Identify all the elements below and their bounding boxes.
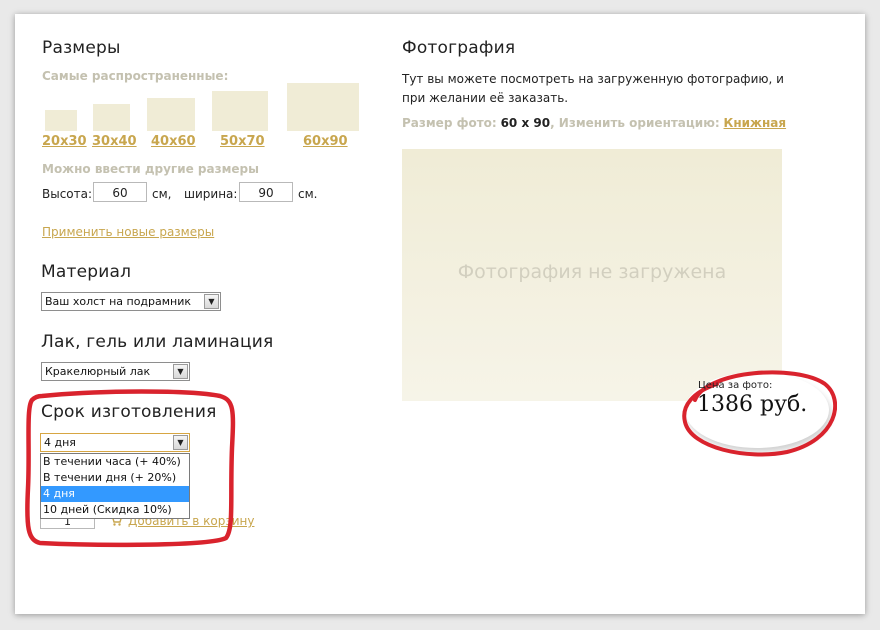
price-value: 1386 руб.	[697, 392, 808, 417]
annotation-highlight	[25, 389, 236, 548]
photo-size-line: Размер фото: 60 х 90, Изменить ориентаци…	[402, 116, 786, 130]
chevron-down-icon[interactable]: ▼	[204, 294, 219, 309]
custom-size-label: Можно ввести другие размеры	[42, 162, 259, 176]
material-title: Материал	[41, 262, 132, 282]
height-label: Высота:	[42, 187, 93, 201]
orientation-link[interactable]: Книжная	[724, 116, 787, 130]
width-label: ширина:	[184, 187, 238, 201]
photo-title: Фотография	[402, 38, 516, 58]
height-unit: см,	[152, 187, 172, 201]
photo-description: Тут вы можете посмотреть на загруженную …	[402, 72, 784, 105]
size-thumb-30x40[interactable]	[93, 104, 130, 131]
photo-placeholder-text: Фотография не загружена	[457, 261, 727, 283]
width-unit: см.	[298, 187, 318, 201]
sizes-title: Размеры	[42, 38, 121, 58]
size-link-60x90[interactable]: 60x90	[303, 134, 348, 149]
common-sizes-label: Самые распространенные:	[42, 69, 229, 83]
size-thumb-40x60[interactable]	[147, 98, 195, 131]
finish-select[interactable]: Кракелюрный лак ▼	[41, 362, 190, 381]
material-select-value: Ваш холст на подрамник	[45, 295, 192, 308]
size-thumb-20x30[interactable]	[45, 110, 77, 131]
size-link-20x30[interactable]: 20x30	[42, 134, 87, 149]
orientation-label: , Изменить ориентацию:	[550, 116, 720, 130]
size-link-50x70[interactable]: 50x70	[220, 134, 265, 149]
apply-sizes-link[interactable]: Применить новые размеры	[42, 225, 214, 239]
size-thumb-50x70[interactable]	[212, 91, 268, 131]
height-input[interactable]: 60	[93, 182, 147, 202]
size-link-30x40[interactable]: 30x40	[92, 134, 137, 149]
width-input[interactable]: 90	[239, 182, 293, 202]
chevron-down-icon[interactable]: ▼	[173, 364, 188, 379]
size-thumb-60x90[interactable]	[287, 83, 359, 131]
finish-select-value: Кракелюрный лак	[45, 365, 151, 378]
material-select[interactable]: Ваш холст на подрамник ▼	[41, 292, 221, 311]
price-label: Цена за фото:	[698, 380, 773, 391]
finish-title: Лак, гель или ламинация	[41, 332, 274, 352]
size-link-40x60[interactable]: 40x60	[151, 134, 196, 149]
photo-size-value: 60 х 90	[500, 116, 551, 130]
photo-size-label: Размер фото:	[402, 116, 497, 130]
